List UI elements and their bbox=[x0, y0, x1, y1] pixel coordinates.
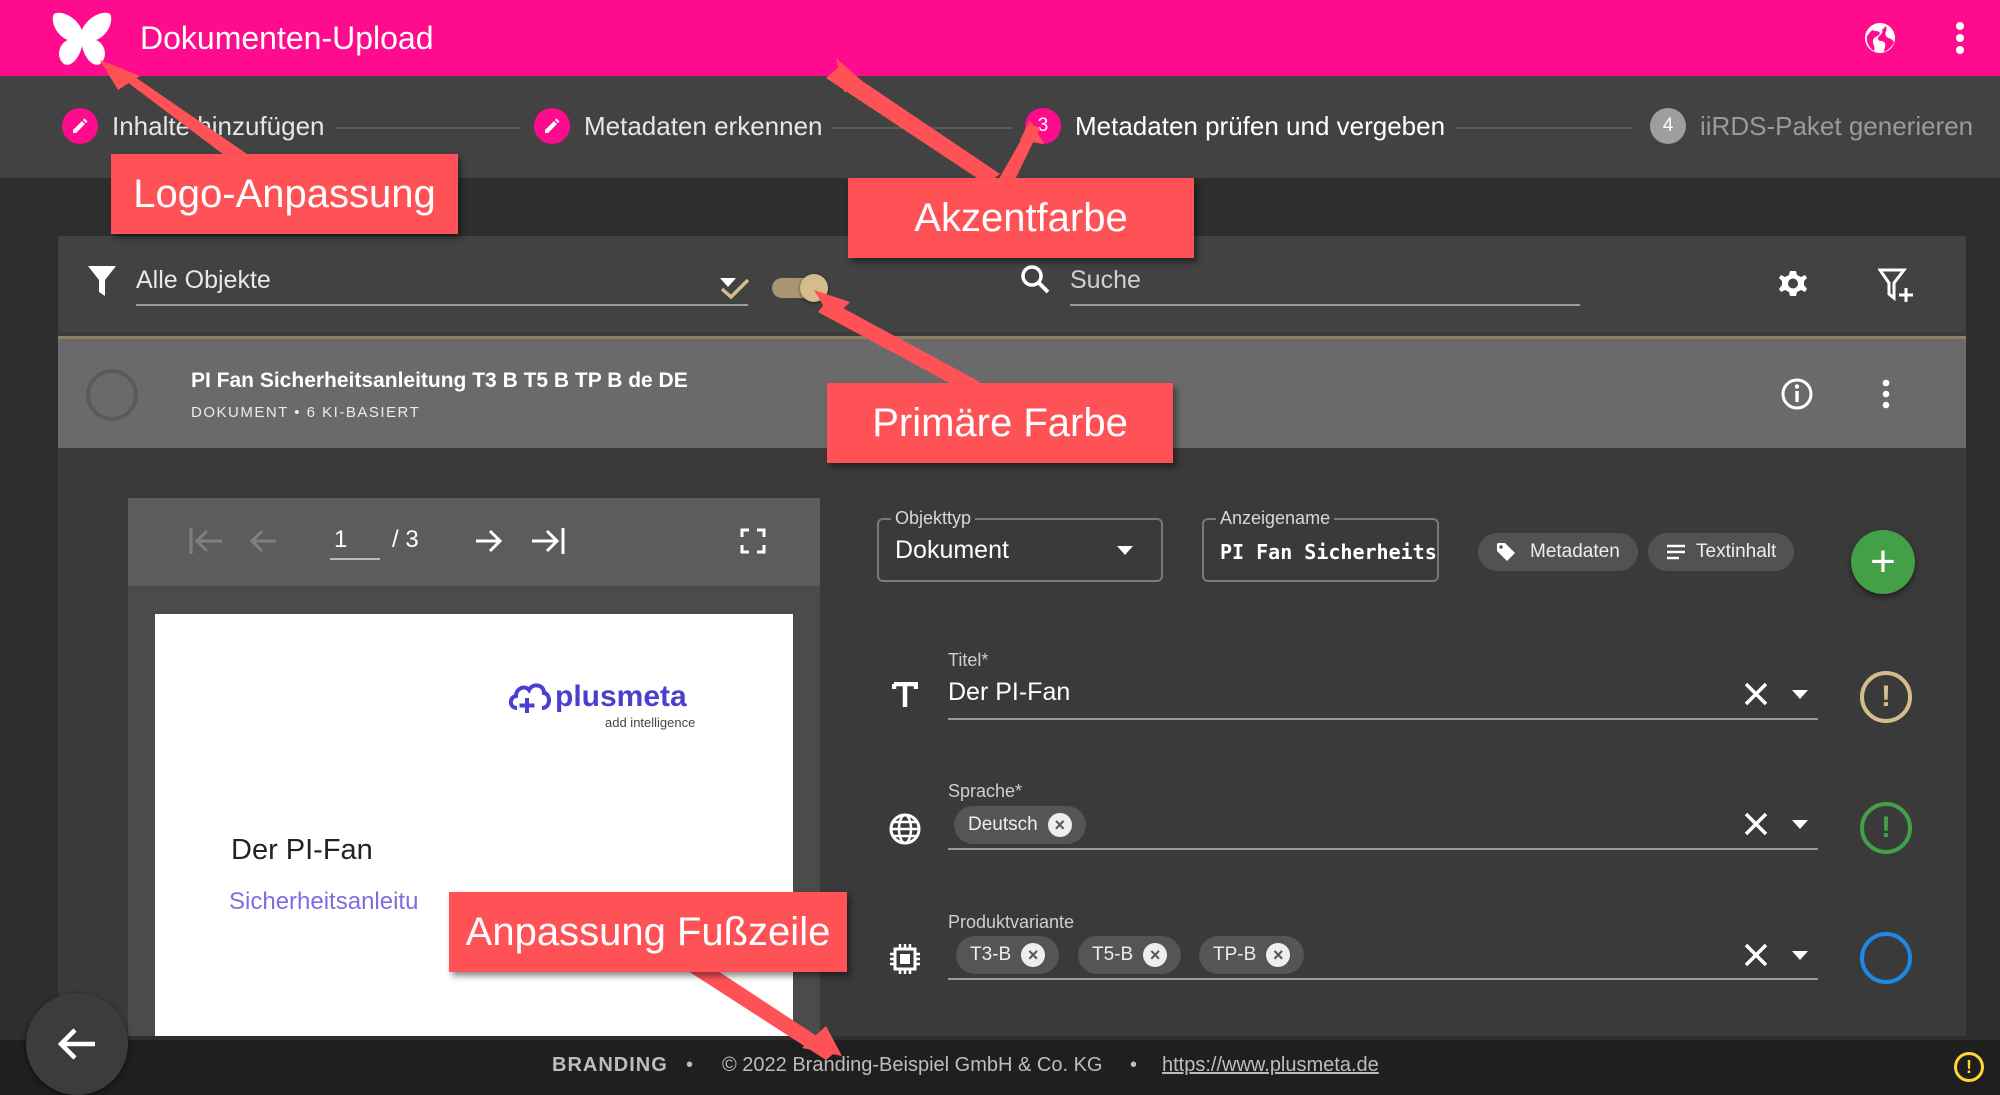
prev-page-icon[interactable] bbox=[248, 526, 278, 556]
display-name-label: Anzeigename bbox=[1216, 508, 1335, 529]
gear-icon[interactable] bbox=[1776, 268, 1810, 302]
title-value: Der PI-Fan bbox=[948, 678, 1071, 706]
chevron-down-icon[interactable] bbox=[1792, 690, 1808, 700]
step-1[interactable]: Inhalte hinzufügen bbox=[62, 108, 325, 144]
document-title: PI Fan Sicherheitsanleitung T3 B T5 B TP… bbox=[191, 369, 688, 392]
language-label: Sprache* bbox=[948, 781, 1023, 801]
edit-icon bbox=[62, 108, 98, 144]
edit-icon bbox=[534, 108, 570, 144]
step-label: Metadaten erkennen bbox=[584, 110, 823, 141]
back-button[interactable] bbox=[26, 993, 128, 1095]
chip-remove-icon[interactable]: × bbox=[1021, 943, 1046, 967]
status-info-icon bbox=[1860, 932, 1912, 984]
doc-title: Der PI-Fan bbox=[231, 834, 373, 866]
display-name-value: PI Fan Sicherheits bbox=[1220, 540, 1437, 564]
footer-copyright: © 2022 Branding-Beispiel GmbH & Co. KG bbox=[722, 1054, 1103, 1076]
footer-link[interactable]: https://www.plusmeta.de bbox=[1162, 1054, 1379, 1077]
filter-value: Alle Objekte bbox=[136, 266, 271, 294]
footer-branding: BRANDING bbox=[552, 1054, 668, 1076]
more-vert-icon[interactable] bbox=[1880, 377, 1892, 411]
step-2[interactable]: Metadaten erkennen bbox=[534, 108, 823, 144]
pdf-page: plusmeta add intelligence Der PI-Fan Sic… bbox=[155, 614, 793, 1036]
chip-remove-icon[interactable]: × bbox=[1143, 943, 1168, 967]
search-placeholder: Suche bbox=[1070, 266, 1141, 294]
filter-icon bbox=[88, 266, 116, 296]
info-icon[interactable] bbox=[1780, 377, 1814, 411]
chip-variant: T3-B × bbox=[956, 936, 1060, 974]
step-label: Metadaten prüfen und vergeben bbox=[1075, 110, 1446, 141]
page-total: / 3 bbox=[392, 526, 419, 553]
footer-separator: • bbox=[686, 1054, 694, 1076]
step-3[interactable]: 3 Metadaten prüfen und vergeben bbox=[1025, 108, 1445, 144]
clear-icon[interactable] bbox=[1744, 943, 1768, 967]
title-input[interactable]: Der PI-Fan bbox=[948, 674, 1818, 720]
filter-toggle[interactable] bbox=[772, 274, 830, 302]
tag-icon bbox=[1497, 543, 1515, 561]
globe-icon bbox=[889, 813, 921, 845]
footer: BRANDING • © 2022 Branding-Beispiel GmbH… bbox=[0, 1040, 2000, 1095]
callout-accent: Akzentfarbe bbox=[848, 178, 1194, 258]
arrow-left-icon bbox=[57, 1028, 95, 1060]
chip-language: Deutsch × bbox=[954, 806, 1086, 844]
butterfly-icon[interactable] bbox=[50, 10, 114, 68]
status-warning-icon: ! bbox=[1860, 671, 1912, 723]
chevron-down-icon[interactable] bbox=[1792, 820, 1808, 830]
document-subtitle: DOKUMENT • 6 KI-BASIERT bbox=[191, 404, 421, 421]
step-number: 3 bbox=[1025, 108, 1061, 144]
text-lines-icon bbox=[1667, 544, 1685, 560]
step-4[interactable]: 4 iiRDS-Paket generieren bbox=[1650, 108, 1973, 144]
check-icon bbox=[720, 278, 750, 300]
app-header: Dokumenten-Upload bbox=[0, 0, 2000, 76]
step-label: Inhalte hinzufügen bbox=[112, 110, 325, 141]
chevron-down-icon bbox=[1117, 546, 1133, 555]
footer-separator: • bbox=[1130, 1054, 1138, 1076]
title-label: Titel* bbox=[948, 650, 989, 670]
chip-variant: T5-B × bbox=[1078, 936, 1182, 974]
plusmeta-logo-text: plusmeta bbox=[555, 680, 687, 713]
object-type-label: Objekttyp bbox=[891, 508, 976, 529]
callout-footer: Anpassung Fußzeile bbox=[449, 892, 847, 972]
next-page-icon[interactable] bbox=[474, 526, 504, 556]
clear-icon[interactable] bbox=[1744, 682, 1768, 706]
step-label: iiRDS-Paket generieren bbox=[1700, 110, 1974, 141]
pdf-toolbar: 1 / 3 bbox=[128, 498, 820, 586]
chip-remove-icon[interactable]: × bbox=[1266, 943, 1291, 967]
callout-logo: Logo-Anpassung bbox=[111, 154, 458, 234]
more-vert-icon[interactable] bbox=[1950, 18, 1970, 58]
last-page-icon[interactable] bbox=[530, 526, 566, 556]
plusmeta-logo-icon bbox=[508, 683, 551, 713]
search-input[interactable]: Suche bbox=[1070, 266, 1580, 306]
fullscreen-icon[interactable] bbox=[740, 528, 766, 554]
plusmeta-tagline: add intelligence bbox=[605, 715, 696, 730]
filter-add-icon[interactable] bbox=[1878, 268, 1914, 304]
chevron-down-icon[interactable] bbox=[1792, 951, 1808, 961]
chip-remove-icon[interactable]: × bbox=[1047, 813, 1072, 837]
chip-icon bbox=[890, 944, 920, 974]
globe-icon[interactable] bbox=[1862, 20, 1898, 56]
footer-warning-icon[interactable]: ! bbox=[1954, 1052, 1984, 1082]
doc-subtitle: Sicherheitsanleitu bbox=[229, 888, 419, 915]
object-filter-select[interactable]: Alle Objekte bbox=[136, 266, 748, 306]
metadata-button[interactable]: Metadaten bbox=[1478, 533, 1638, 571]
text-content-button[interactable]: Textinhalt bbox=[1648, 533, 1795, 571]
status-success-icon: ! bbox=[1860, 802, 1912, 854]
app-title: Dokumenten-Upload bbox=[140, 20, 434, 56]
product-variant-label: Produktvariante bbox=[948, 912, 1075, 932]
callout-primary: Primäre Farbe bbox=[827, 383, 1173, 463]
add-button[interactable]: + bbox=[1851, 530, 1915, 594]
select-radio[interactable] bbox=[86, 369, 138, 421]
clear-icon[interactable] bbox=[1744, 812, 1768, 836]
page-number-input[interactable]: 1 bbox=[330, 522, 380, 560]
text-t-icon bbox=[892, 682, 918, 707]
search-icon bbox=[1021, 265, 1050, 294]
chip-variant: TP-B × bbox=[1199, 936, 1305, 974]
object-type-value: Dokument bbox=[895, 536, 1009, 564]
first-page-icon[interactable] bbox=[188, 526, 224, 556]
step-number: 4 bbox=[1650, 108, 1686, 144]
